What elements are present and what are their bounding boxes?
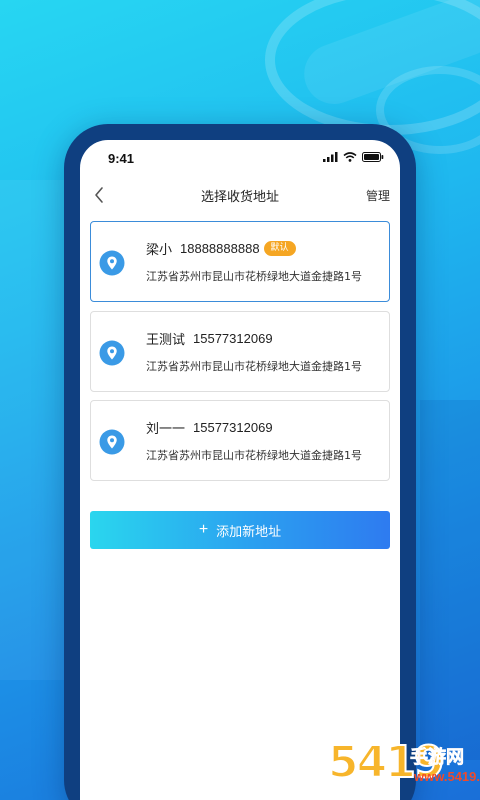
address-contact-line: 梁小 18888888888 默认: [146, 239, 296, 258]
location-pin-icon: [99, 340, 125, 366]
default-badge: 默认: [263, 241, 296, 256]
manage-button[interactable]: 管理: [366, 187, 390, 204]
address-detail: 江苏省苏州市昆山市花桥绿地大道金捷路1号: [146, 360, 362, 373]
address-card[interactable]: 刘一一 15577312069 江苏省苏州市昆山市花桥绿地大道金捷路1号: [90, 400, 390, 481]
add-new-address-button[interactable]: + 添加新地址: [90, 511, 390, 549]
plus-icon: +: [198, 521, 209, 538]
address-contact-line: 刘一一 15577312069: [146, 418, 273, 437]
wifi-icon: [343, 152, 357, 162]
address-detail: 江苏省苏州市昆山市花桥绿地大道金捷路1号: [146, 449, 362, 462]
phone-screen: 9:41 选择收货地址 管理 梁小 18888888888 默认 江苏省苏州市昆…: [80, 140, 400, 800]
page-title: 选择收货地址: [200, 190, 279, 205]
contact-name: 王测试: [146, 333, 186, 348]
status-bar: 9:41: [80, 140, 400, 176]
location-pin-icon: [99, 250, 125, 276]
status-time: 9:41: [108, 151, 135, 166]
status-icons: [323, 152, 384, 162]
contact-name: 梁小: [146, 243, 173, 258]
contact-phone: 15577312069: [193, 420, 273, 435]
address-contact-line: 王测试 15577312069: [146, 329, 273, 348]
location-pin-icon: [99, 429, 125, 455]
navigation-bar: 选择收货地址 管理: [80, 180, 400, 210]
watermark-site: www.5419.cn: [414, 769, 480, 784]
address-card[interactable]: 王测试 15577312069 江苏省苏州市昆山市花桥绿地大道金捷路1号: [90, 311, 390, 392]
address-detail: 江苏省苏州市昆山市花桥绿地大道金捷路1号: [146, 270, 362, 283]
address-card-default[interactable]: 梁小 18888888888 默认 江苏省苏州市昆山市花桥绿地大道金捷路1号: [90, 221, 390, 302]
battery-icon: [362, 152, 384, 162]
signal-icon: [323, 152, 338, 162]
add-new-address-label: 添加新地址: [216, 523, 282, 539]
watermark-logo: 5419 手游网 www.5419.cn: [327, 736, 480, 797]
contact-name: 刘一一: [146, 422, 186, 437]
contact-phone: 15577312069: [193, 331, 273, 346]
watermark-text: 手游网: [410, 747, 465, 769]
contact-phone: 18888888888: [180, 241, 260, 256]
